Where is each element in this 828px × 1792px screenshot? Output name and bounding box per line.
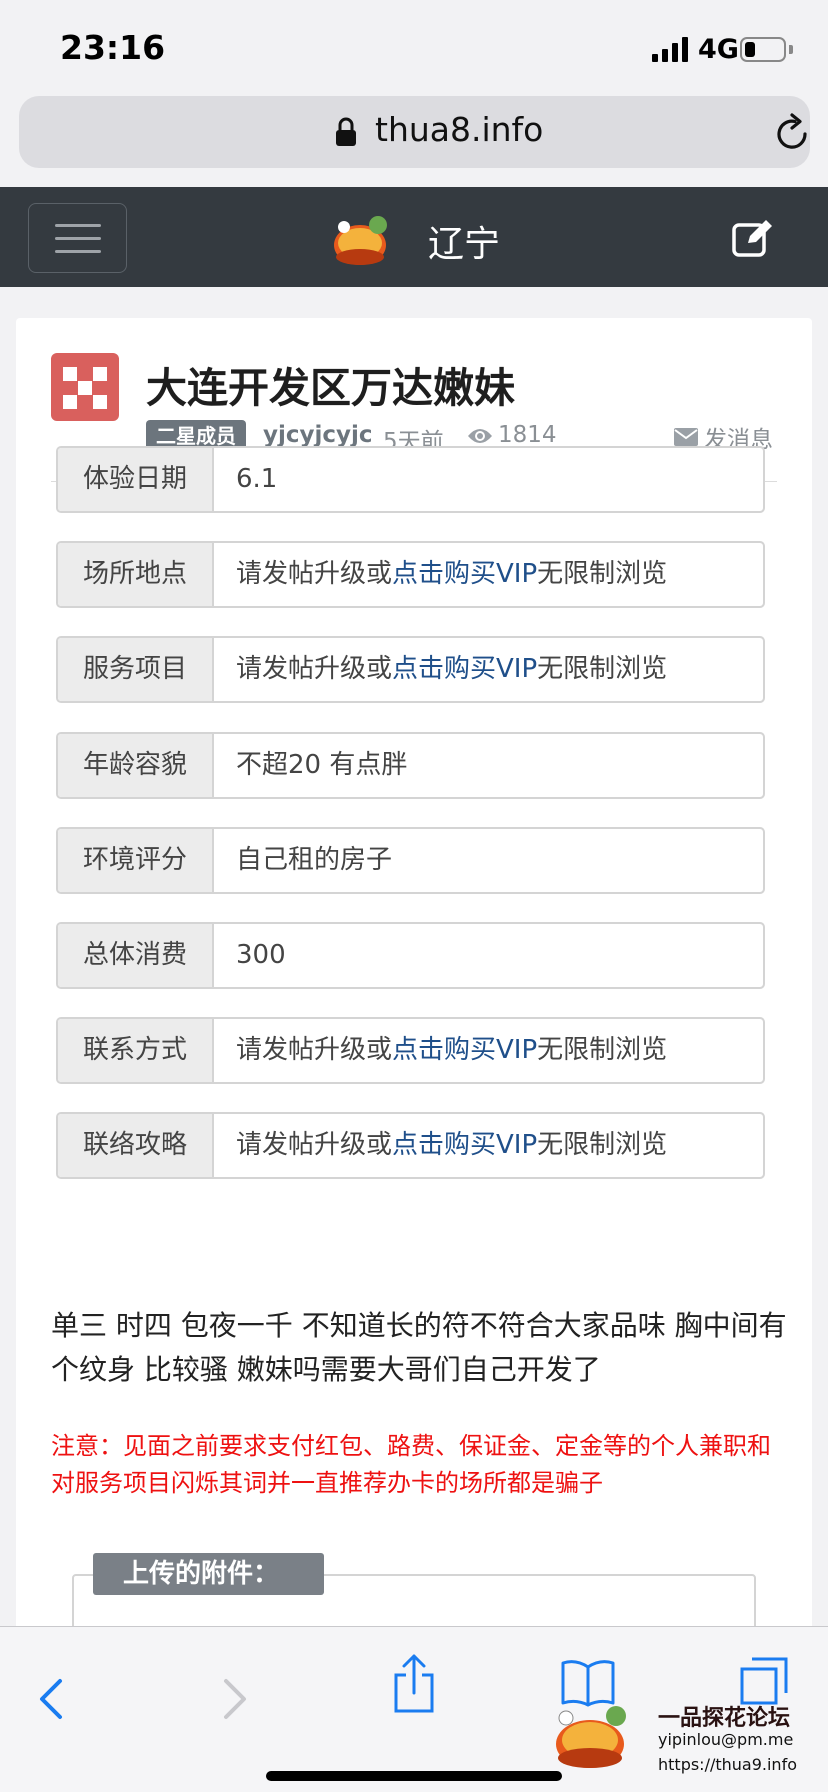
field-value-suffix: 无限制浏览 [537,559,668,590]
signal-icon [652,37,688,62]
lock-icon [336,117,356,146]
watermark-email: yipinlou@pm.me [658,1730,794,1749]
compose-icon[interactable] [732,217,774,257]
info-field-row: 联系方式 请发帖升级或点击购买VIP无限制浏览 [56,1017,765,1085]
avatar[interactable] [51,353,119,421]
forward-icon[interactable] [220,1677,250,1721]
watermark-url: https://thua9.info [658,1755,797,1774]
author-link[interactable]: yjcyjcyjc [263,422,373,448]
field-value-suffix: 无限制浏览 [537,1035,668,1066]
battery-nub [789,45,793,54]
post-card: 大连开发区万达嫩妹 二星成员 yjcyjcyjc 5天前 1814 发消息 体验… [16,318,812,1792]
field-value-prefix: 请发帖升级或 [236,654,393,685]
field-label: 联络攻略 [58,1114,214,1178]
field-value: 300 [236,940,286,970]
buy-vip-link[interactable]: 点击购买VIP [392,1035,537,1065]
share-icon[interactable] [392,1653,436,1713]
status-time: 23:16 [60,28,166,67]
battery-icon [740,37,786,62]
eye-icon [468,429,492,443]
field-value: 请发帖升级或点击购买VIP无限制浏览 [236,638,667,701]
info-field-row: 环境评分 自己租的房子 [56,826,765,894]
field-label: 联系方式 [58,1019,214,1083]
url-text: thua8.info [375,110,544,149]
field-value-prefix: 请发帖升级或 [236,1035,393,1066]
watermark-logo [556,1706,626,1768]
field-label: 体验日期 [58,448,214,511]
field-value: 自己租的房子 [236,844,393,875]
field-value: 请发帖升级或点击购买VIP无限制浏览 [236,543,667,606]
field-value-suffix: 无限制浏览 [537,1130,668,1161]
info-field-row: 体验日期 6.1 [56,446,765,513]
info-field-row: 场所地点 请发帖升级或点击购买VIP无限制浏览 [56,541,765,609]
field-value: 6.1 [236,464,278,494]
field-label: 年龄容貌 [58,733,214,797]
scam-warning: 注意：见面之前要求支付红包、路费、保证金、定金等的个人兼职和对服务项目闪烁其词并… [51,1432,771,1497]
buy-vip-link[interactable]: 点击购买VIP [392,654,537,684]
back-icon[interactable] [36,1677,66,1721]
bookmarks-icon[interactable] [560,1659,616,1707]
menu-toggle-button[interactable] [28,203,127,273]
view-count: 1814 [498,422,557,448]
field-label: 总体消费 [58,924,214,987]
buy-vip-link[interactable]: 点击购买VIP [392,1130,537,1160]
field-value-prefix: 请发帖升级或 [236,559,393,590]
watermark-title: 一品探花论坛 [658,1706,791,1731]
field-label: 服务项目 [58,638,214,702]
site-logo[interactable] [332,213,392,267]
reload-icon[interactable] [775,112,811,152]
status-bar: 23:16 4G [0,0,828,94]
field-label: 场所地点 [58,543,214,607]
info-field-row: 服务项目 请发帖升级或点击购买VIP无限制浏览 [56,636,765,704]
info-field-row: 年龄容貌 不超20 有点胖 [56,731,765,799]
field-value-prefix: 请发帖升级或 [236,1130,393,1161]
field-value: 请发帖升级或点击购买VIP无限制浏览 [236,1019,667,1082]
site-navbar: 辽宁 [0,187,828,287]
info-field-row: 总体消费 300 [56,922,765,989]
home-indicator [266,1771,562,1781]
post-body: 单三 时四 包夜一千 不知道长的符不符合大家品味 胸中间有个纹身 比较骚 嫩妹吗… [51,1309,787,1386]
region-title: 辽宁 [428,224,501,265]
post-title: 大连开发区万达嫩妹 [146,364,515,412]
field-value: 请发帖升级或点击购买VIP无限制浏览 [236,1114,667,1177]
field-label: 环境评分 [58,828,214,892]
field-value: 不超20 有点胖 [236,749,408,780]
buy-vip-link[interactable]: 点击购买VIP [392,559,537,589]
field-value-suffix: 无限制浏览 [537,654,668,685]
info-field-row: 联络攻略 请发帖升级或点击购买VIP无限制浏览 [56,1112,765,1180]
network-type: 4G [698,34,739,65]
attachments-label: 上传的附件： [93,1553,324,1595]
address-bar[interactable]: thua8.info [19,96,810,168]
envelope-icon[interactable] [674,428,698,446]
